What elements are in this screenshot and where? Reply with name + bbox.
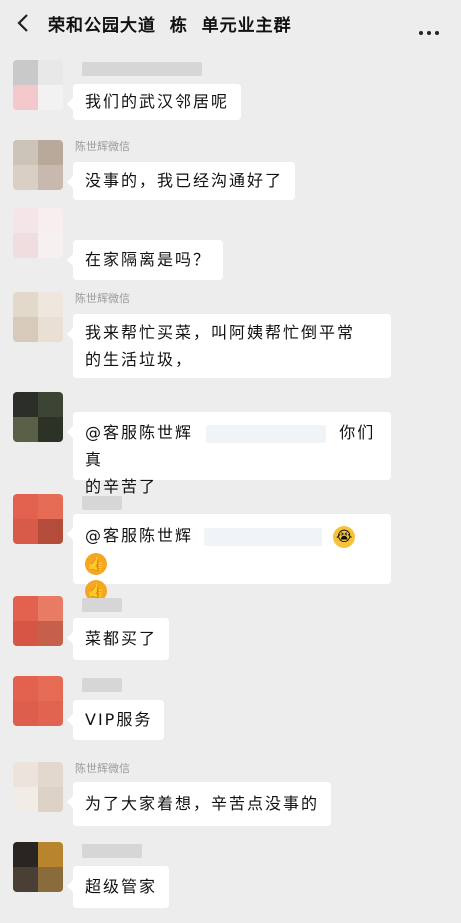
message-text: 超级管家: [85, 877, 158, 896]
message-bubble[interactable]: 为了大家着想，辛苦点没事的: [66, 782, 332, 826]
avatar[interactable]: [13, 140, 63, 190]
avatar[interactable]: [13, 596, 63, 646]
more-dots-icon[interactable]: [419, 20, 443, 35]
message-bubble[interactable]: VIP服务: [66, 700, 165, 740]
message-bubble[interactable]: @客服陈世辉 你们真 的辛苦了: [67, 412, 391, 496]
message-bubble[interactable]: 没事的，我已经沟通好了: [66, 162, 296, 200]
message-bubble[interactable]: 超级管家: [66, 866, 170, 908]
sender-name: [82, 844, 142, 858]
avatar[interactable]: [13, 494, 63, 544]
crying-face-icon: 😭: [333, 525, 356, 548]
avatar[interactable]: [13, 676, 63, 726]
message-text: 为了大家着想，辛苦点没事的: [85, 794, 320, 813]
avatar[interactable]: [13, 392, 63, 442]
message-bubble[interactable]: @客服陈世辉 😭 👍 👍: [67, 514, 391, 602]
avatar[interactable]: [13, 60, 63, 110]
message-text: VIP服务: [85, 710, 153, 729]
mention-text: @客服陈世辉: [85, 423, 194, 442]
sender-name: [82, 496, 122, 510]
message-text: 没事的，我已经沟通好了: [85, 171, 284, 190]
chevron-left-icon[interactable]: [14, 13, 34, 33]
mention-text: @客服陈世辉: [85, 526, 194, 545]
sender-name: 陈世辉微信: [75, 762, 130, 775]
message-text: 在家隔离是吗？: [85, 250, 212, 269]
avatar[interactable]: [13, 762, 63, 812]
chat-title: 荣和公园大道 栋 单元业主群: [48, 16, 292, 36]
thumbs-up-icon: 👍: [85, 552, 107, 575]
avatar[interactable]: [13, 292, 63, 342]
message-text-line: 我来帮忙买菜，叫阿姨帮忙倒平常: [85, 323, 356, 342]
message-bubble[interactable]: 在家隔离是吗？: [66, 240, 224, 280]
message-bubble[interactable]: 我们的武汉邻居呢: [66, 84, 242, 120]
message-text: 我们的武汉邻居呢: [85, 92, 230, 111]
message-text: 菜都买了: [85, 629, 158, 648]
message-bubble[interactable]: 我来帮忙买菜，叫阿姨帮忙倒平常 的生活垃圾，: [67, 314, 391, 378]
sender-name: [82, 62, 202, 76]
message-text-line: 的辛苦了: [85, 477, 158, 496]
avatar[interactable]: [13, 842, 63, 892]
sender-name: [82, 678, 122, 692]
sender-name: 陈世辉微信: [75, 140, 130, 153]
blurred-region: [204, 527, 323, 546]
avatar[interactable]: [13, 208, 63, 258]
sender-name: 陈世辉微信: [75, 292, 130, 305]
message-bubble[interactable]: 菜都买了: [66, 618, 170, 660]
sender-name: [82, 598, 122, 612]
message-text-line: 的生活垃圾，: [85, 350, 194, 369]
blurred-region: [206, 424, 327, 443]
chat-header: 荣和公园大道 栋 单元业主群: [0, 0, 461, 46]
